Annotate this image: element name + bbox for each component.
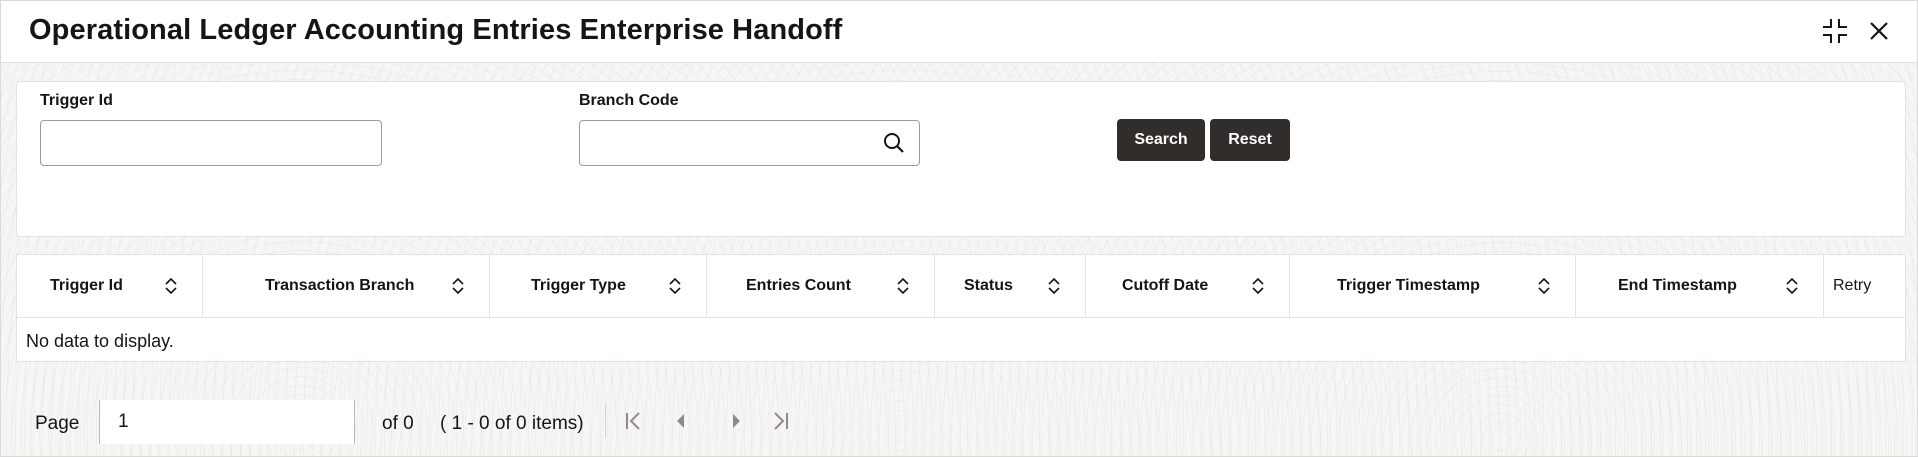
- sort-icon[interactable]: [1785, 277, 1799, 295]
- branch-code-label: Branch Code: [579, 92, 679, 109]
- column-header-transaction-branch[interactable]: Transaction Branch: [203, 255, 490, 317]
- pager-divider: [605, 404, 606, 438]
- pagination-bar: Page of 0 ( 1 - 0 of 0 items): [1, 396, 1917, 446]
- next-page-icon: [733, 414, 740, 428]
- last-page-button[interactable]: [768, 409, 792, 433]
- search-panel: Trigger Id Branch Code: [16, 81, 1906, 237]
- previous-page-icon: [677, 414, 684, 428]
- close-button[interactable]: [1863, 15, 1895, 47]
- sort-icon[interactable]: [1537, 277, 1551, 295]
- trigger-id-label: Trigger Id: [40, 92, 113, 109]
- sort-icon[interactable]: [896, 277, 910, 295]
- branch-code-input[interactable]: [579, 120, 920, 166]
- sort-icon[interactable]: [1047, 277, 1061, 295]
- sort-icon[interactable]: [164, 277, 178, 295]
- dialog-header: Operational Ledger Accounting Entries En…: [1, 1, 1917, 63]
- item-range-text: ( 1 - 0 of 0 items): [440, 413, 584, 434]
- sort-icon[interactable]: [668, 277, 682, 295]
- search-button[interactable]: Search: [1117, 119, 1205, 161]
- page-count-text: of 0: [382, 413, 414, 434]
- sort-icon[interactable]: [1251, 277, 1265, 295]
- collapse-icon: [1823, 19, 1847, 43]
- column-header-trigger-timestamp[interactable]: Trigger Timestamp: [1290, 255, 1576, 317]
- last-page-icon: [774, 412, 788, 430]
- page-number-input[interactable]: [99, 400, 355, 444]
- results-table: Trigger Id Transaction Branch Trigger Ty…: [16, 254, 1906, 362]
- sort-icon[interactable]: [451, 277, 465, 295]
- next-page-button[interactable]: [724, 409, 748, 433]
- empty-table-message: No data to display.: [26, 331, 174, 351]
- branch-code-lookup-button[interactable]: [879, 128, 909, 158]
- column-header-retry[interactable]: Retry: [1824, 255, 1907, 317]
- previous-page-button[interactable]: [669, 409, 693, 433]
- dialog-window: Operational Ledger Accounting Entries En…: [0, 0, 1918, 457]
- reset-button[interactable]: Reset: [1210, 119, 1290, 161]
- page-title: Operational Ledger Accounting Entries En…: [29, 14, 843, 46]
- first-page-icon: [626, 412, 640, 430]
- column-header-status[interactable]: Status: [935, 255, 1086, 317]
- close-icon: [1870, 22, 1888, 40]
- table-header-row: Trigger Id Transaction Branch Trigger Ty…: [17, 255, 1905, 318]
- first-page-button[interactable]: [622, 409, 646, 433]
- search-icon: [884, 133, 904, 153]
- page-label: Page: [35, 413, 80, 434]
- collapse-button[interactable]: [1819, 15, 1851, 47]
- trigger-id-input[interactable]: [40, 120, 382, 166]
